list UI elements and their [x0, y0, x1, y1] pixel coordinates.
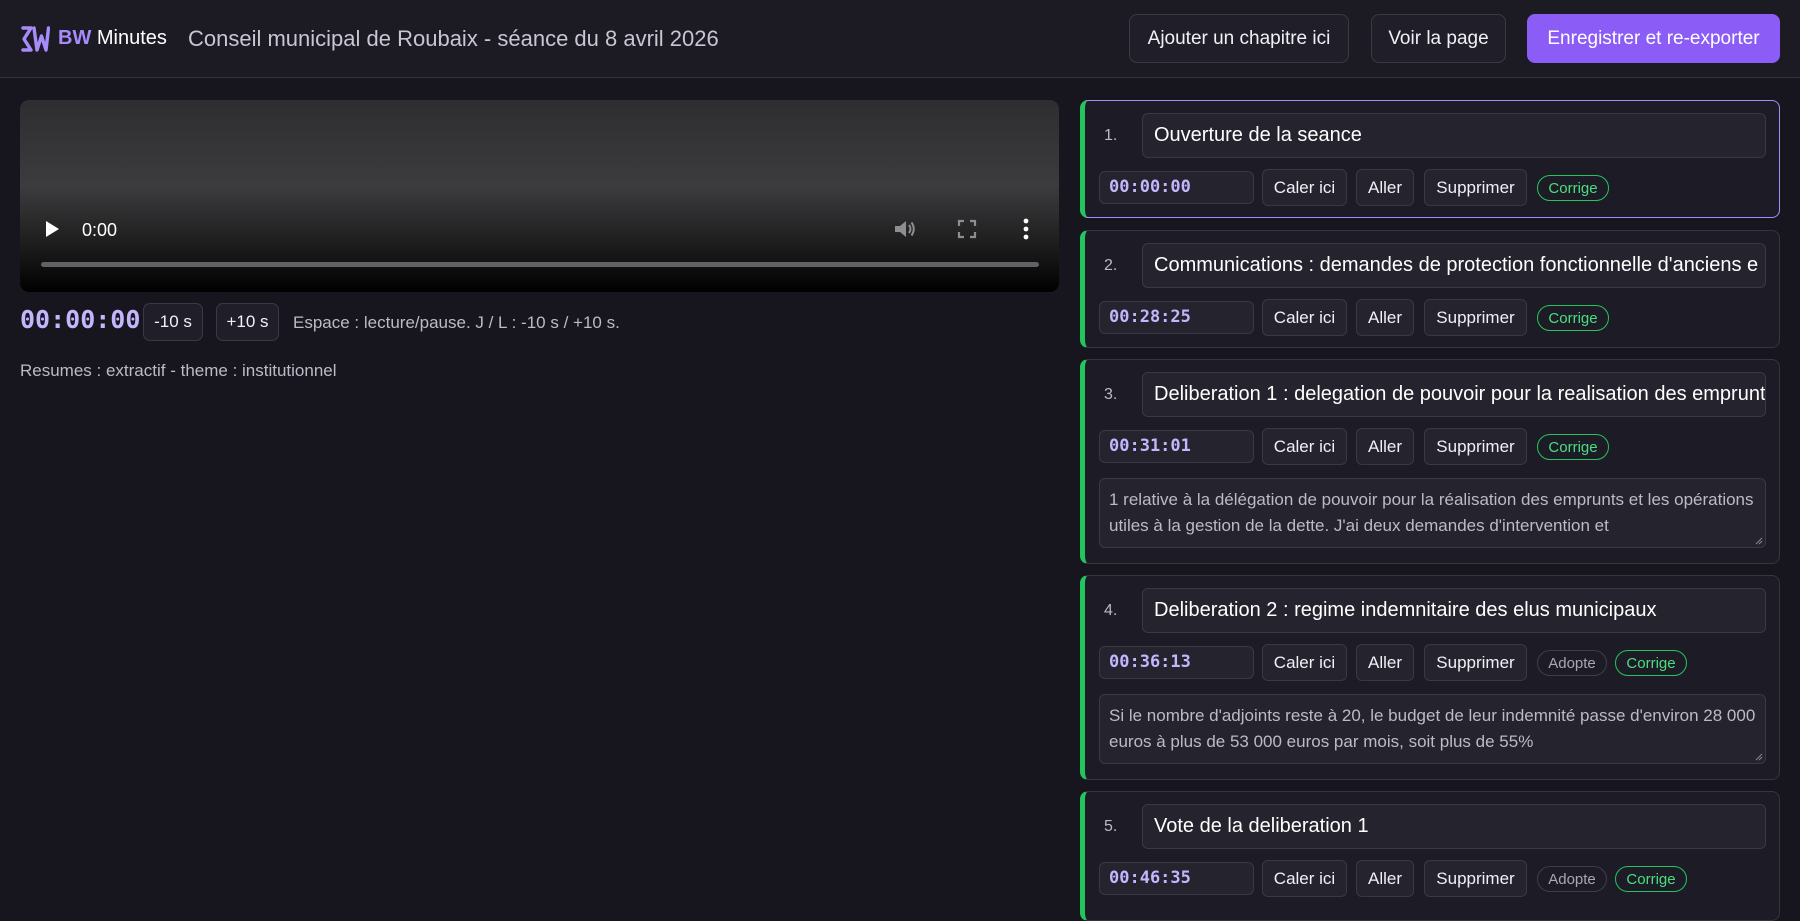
resize-grip-icon[interactable] [1755, 753, 1763, 761]
play-icon[interactable] [44, 220, 60, 238]
set-here-button[interactable]: Caler ici [1262, 169, 1347, 206]
chapter-controls: 00:36:13 Caler ici Aller Supprimer Adopt… [1099, 644, 1779, 681]
chapter-title-input[interactable]: Ouverture de la seance [1142, 113, 1766, 158]
document-title: Conseil municipal de Roubaix - séance du… [188, 26, 719, 51]
corrected-badge: Corrige [1537, 175, 1609, 201]
set-here-button[interactable]: Caler ici [1262, 860, 1347, 897]
chapter-summary-text: Si le nombre d'adjoints reste à 20, le b… [1109, 706, 1756, 751]
chapter-number: 3. [1104, 386, 1118, 403]
go-button[interactable]: Aller [1356, 299, 1414, 336]
top-bar: BW Minutes Conseil municipal de Roubaix … [0, 0, 1800, 78]
fullscreen-icon[interactable] [957, 219, 977, 239]
current-time-display: 00:00:00 [20, 305, 141, 334]
chapter-controls: 00:31:01 Caler ici Aller Supprimer Corri… [1099, 428, 1779, 465]
chapter-card[interactable]: 1. Ouverture de la seance 00:00:00 Caler… [1080, 100, 1780, 218]
go-button[interactable]: Aller [1356, 169, 1414, 206]
delete-button[interactable]: Supprimer [1424, 860, 1527, 897]
chapter-timestamp-input[interactable]: 00:00:00 [1099, 171, 1254, 204]
go-button[interactable]: Aller [1356, 644, 1414, 681]
chapter-controls: 00:46:35 Caler ici Aller Supprimer Adopt… [1099, 860, 1779, 897]
brand-rest: Minutes [91, 27, 167, 49]
corrected-badge: Corrige [1537, 305, 1609, 331]
chapter-timestamp-input[interactable]: 00:46:35 [1099, 862, 1254, 895]
back-10s-button[interactable]: -10 s [143, 303, 203, 341]
chapter-timestamp-input[interactable]: 00:36:13 [1099, 646, 1254, 679]
video-time: 0:00 [82, 220, 118, 240]
corrected-badge: Corrige [1537, 434, 1609, 460]
video-player[interactable]: 0:00 [20, 100, 1059, 292]
chapter-title-input[interactable]: Vote de la deliberation 1 [1142, 804, 1766, 849]
chapter-timestamp-input[interactable]: 00:28:25 [1099, 301, 1254, 334]
keyboard-shortcuts-hint: Espace : lecture/pause. J / L : -10 s / … [293, 313, 620, 332]
add-chapter-button[interactable]: Ajouter un chapitre ici [1129, 14, 1349, 63]
chapter-controls: 00:28:25 Caler ici Aller Supprimer Corri… [1099, 299, 1779, 336]
delete-button[interactable]: Supprimer [1424, 644, 1527, 681]
logo-icon [21, 26, 50, 52]
brand-strong: BW [58, 27, 92, 49]
delete-button[interactable]: Supprimer [1424, 299, 1527, 336]
chapter-summary-textarea[interactable]: 1 relative à la délégation de pouvoir po… [1099, 478, 1766, 548]
volume-icon[interactable] [893, 218, 917, 240]
set-here-button[interactable]: Caler ici [1262, 428, 1347, 465]
brand[interactable]: BW Minutes [58, 27, 167, 50]
delete-button[interactable]: Supprimer [1424, 428, 1527, 465]
chapter-summary-text: 1 relative à la délégation de pouvoir po… [1109, 490, 1754, 535]
chapter-number: 4. [1104, 602, 1118, 619]
chapter-number: 2. [1104, 257, 1118, 274]
chapter-card[interactable]: 3. Deliberation 1 : delegation de pouvoi… [1080, 359, 1780, 564]
adopted-badge: Adopte [1537, 650, 1607, 676]
summary-mode-info: Resumes : extractif - theme : institutio… [20, 361, 337, 380]
chapter-card[interactable]: 5. Vote de la deliberation 1 00:46:35 Ca… [1080, 791, 1780, 921]
save-export-button[interactable]: Enregistrer et re-exporter [1527, 14, 1780, 63]
chapter-number: 1. [1104, 127, 1118, 144]
more-options-icon[interactable] [1023, 218, 1029, 240]
go-button[interactable]: Aller [1356, 860, 1414, 897]
chapter-title-input[interactable]: Communications : demandes de protection … [1142, 243, 1766, 288]
chapter-title-input[interactable]: Deliberation 1 : delegation de pouvoir p… [1142, 372, 1766, 417]
chapter-card[interactable]: 4. Deliberation 2 : regime indemnitaire … [1080, 575, 1780, 780]
chapter-title-input[interactable]: Deliberation 2 : regime indemnitaire des… [1142, 588, 1766, 633]
chapter-controls: 00:00:00 Caler ici Aller Supprimer Corri… [1099, 169, 1779, 206]
chapter-card[interactable]: 2. Communications : demandes de protecti… [1080, 230, 1780, 348]
set-here-button[interactable]: Caler ici [1262, 299, 1347, 336]
delete-button[interactable]: Supprimer [1424, 169, 1527, 206]
video-progress-bar[interactable] [41, 262, 1039, 267]
view-page-button[interactable]: Voir la page [1371, 14, 1506, 63]
resize-grip-icon[interactable] [1755, 537, 1763, 545]
chapter-number: 5. [1104, 818, 1118, 835]
forward-10s-button[interactable]: +10 s [216, 303, 279, 341]
chapter-summary-textarea[interactable]: Si le nombre d'adjoints reste à 20, le b… [1099, 694, 1766, 764]
set-here-button[interactable]: Caler ici [1262, 644, 1347, 681]
corrected-badge: Corrige [1615, 650, 1687, 676]
go-button[interactable]: Aller [1356, 428, 1414, 465]
adopted-badge: Adopte [1537, 866, 1607, 892]
chapter-timestamp-input[interactable]: 00:31:01 [1099, 430, 1254, 463]
corrected-badge: Corrige [1615, 866, 1687, 892]
